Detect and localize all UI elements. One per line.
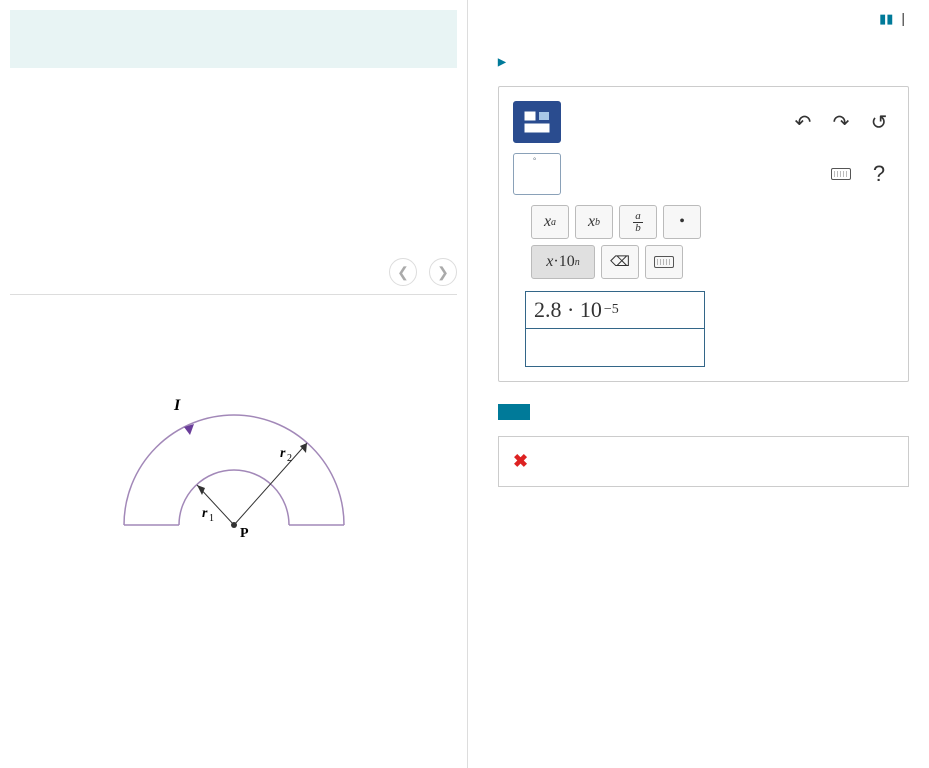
subscript-button[interactable]: xb xyxy=(575,205,613,239)
incorrect-icon: ✖ xyxy=(513,451,528,472)
math-toolbar: xa xb ab • xyxy=(531,205,894,239)
figure-next-button[interactable]: ❯ xyxy=(429,258,457,286)
toolbar-row-2: ° ? xyxy=(513,153,894,195)
backspace-button[interactable]: ⌫ xyxy=(601,245,639,279)
link-separator: | xyxy=(901,10,905,26)
review-hints-box xyxy=(10,10,457,68)
reset-button[interactable]: ↺ xyxy=(864,107,894,137)
keyboard-button[interactable] xyxy=(826,159,856,189)
svg-text:P: P xyxy=(240,526,249,541)
figure-nav: ❮ ❯ xyxy=(389,258,457,286)
view-hints-toggle[interactable] xyxy=(498,57,909,68)
svg-text:I: I xyxy=(173,397,181,414)
answer-panel: ↶ ↷ ↺ ° ? xa xb ab • xyxy=(498,86,909,382)
svg-text:2: 2 xyxy=(287,453,292,464)
figure-image: I r 1 r 2 P xyxy=(10,355,457,558)
toolbar-row-1: ↶ ↷ ↺ xyxy=(513,101,894,143)
submit-row xyxy=(498,404,909,420)
math-toolbar-2: x·10n ⌫ xyxy=(531,245,894,279)
svg-text:r: r xyxy=(280,446,286,461)
undo-button[interactable]: ↶ xyxy=(788,107,818,137)
help-button[interactable]: ? xyxy=(864,159,894,189)
figure-header: ❮ ❯ xyxy=(10,258,457,295)
figure-prev-button[interactable]: ❮ xyxy=(389,258,417,286)
input-stack: 2.8 · 10−5 xyxy=(525,291,705,367)
superscript-button[interactable]: xa xyxy=(531,205,569,239)
right-panel: ▮▮ | ↶ ↷ ↺ ° xyxy=(468,0,929,768)
top-links: ▮▮ | xyxy=(498,10,909,27)
keyboard-shortcuts-button[interactable] xyxy=(645,245,683,279)
dot-button[interactable]: • xyxy=(663,205,701,239)
unit-input[interactable] xyxy=(525,329,705,367)
value-units-template-button[interactable] xyxy=(513,101,561,143)
svg-text:r: r xyxy=(202,506,208,521)
submit-button[interactable] xyxy=(498,404,530,420)
answer-input-row: 2.8 · 10−5 xyxy=(517,291,894,367)
book-icon: ▮▮ xyxy=(879,11,893,26)
feedback-box: ✖ xyxy=(498,436,909,487)
svg-text:1: 1 xyxy=(209,513,214,524)
units-button[interactable]: ° xyxy=(513,153,561,195)
redo-button[interactable]: ↷ xyxy=(826,107,856,137)
left-panel: ❮ ❯ xyxy=(0,0,468,768)
scientific-notation-button[interactable]: x·10n xyxy=(531,245,595,279)
value-input[interactable]: 2.8 · 10−5 xyxy=(525,291,705,329)
fraction-button[interactable]: ab xyxy=(619,205,657,239)
